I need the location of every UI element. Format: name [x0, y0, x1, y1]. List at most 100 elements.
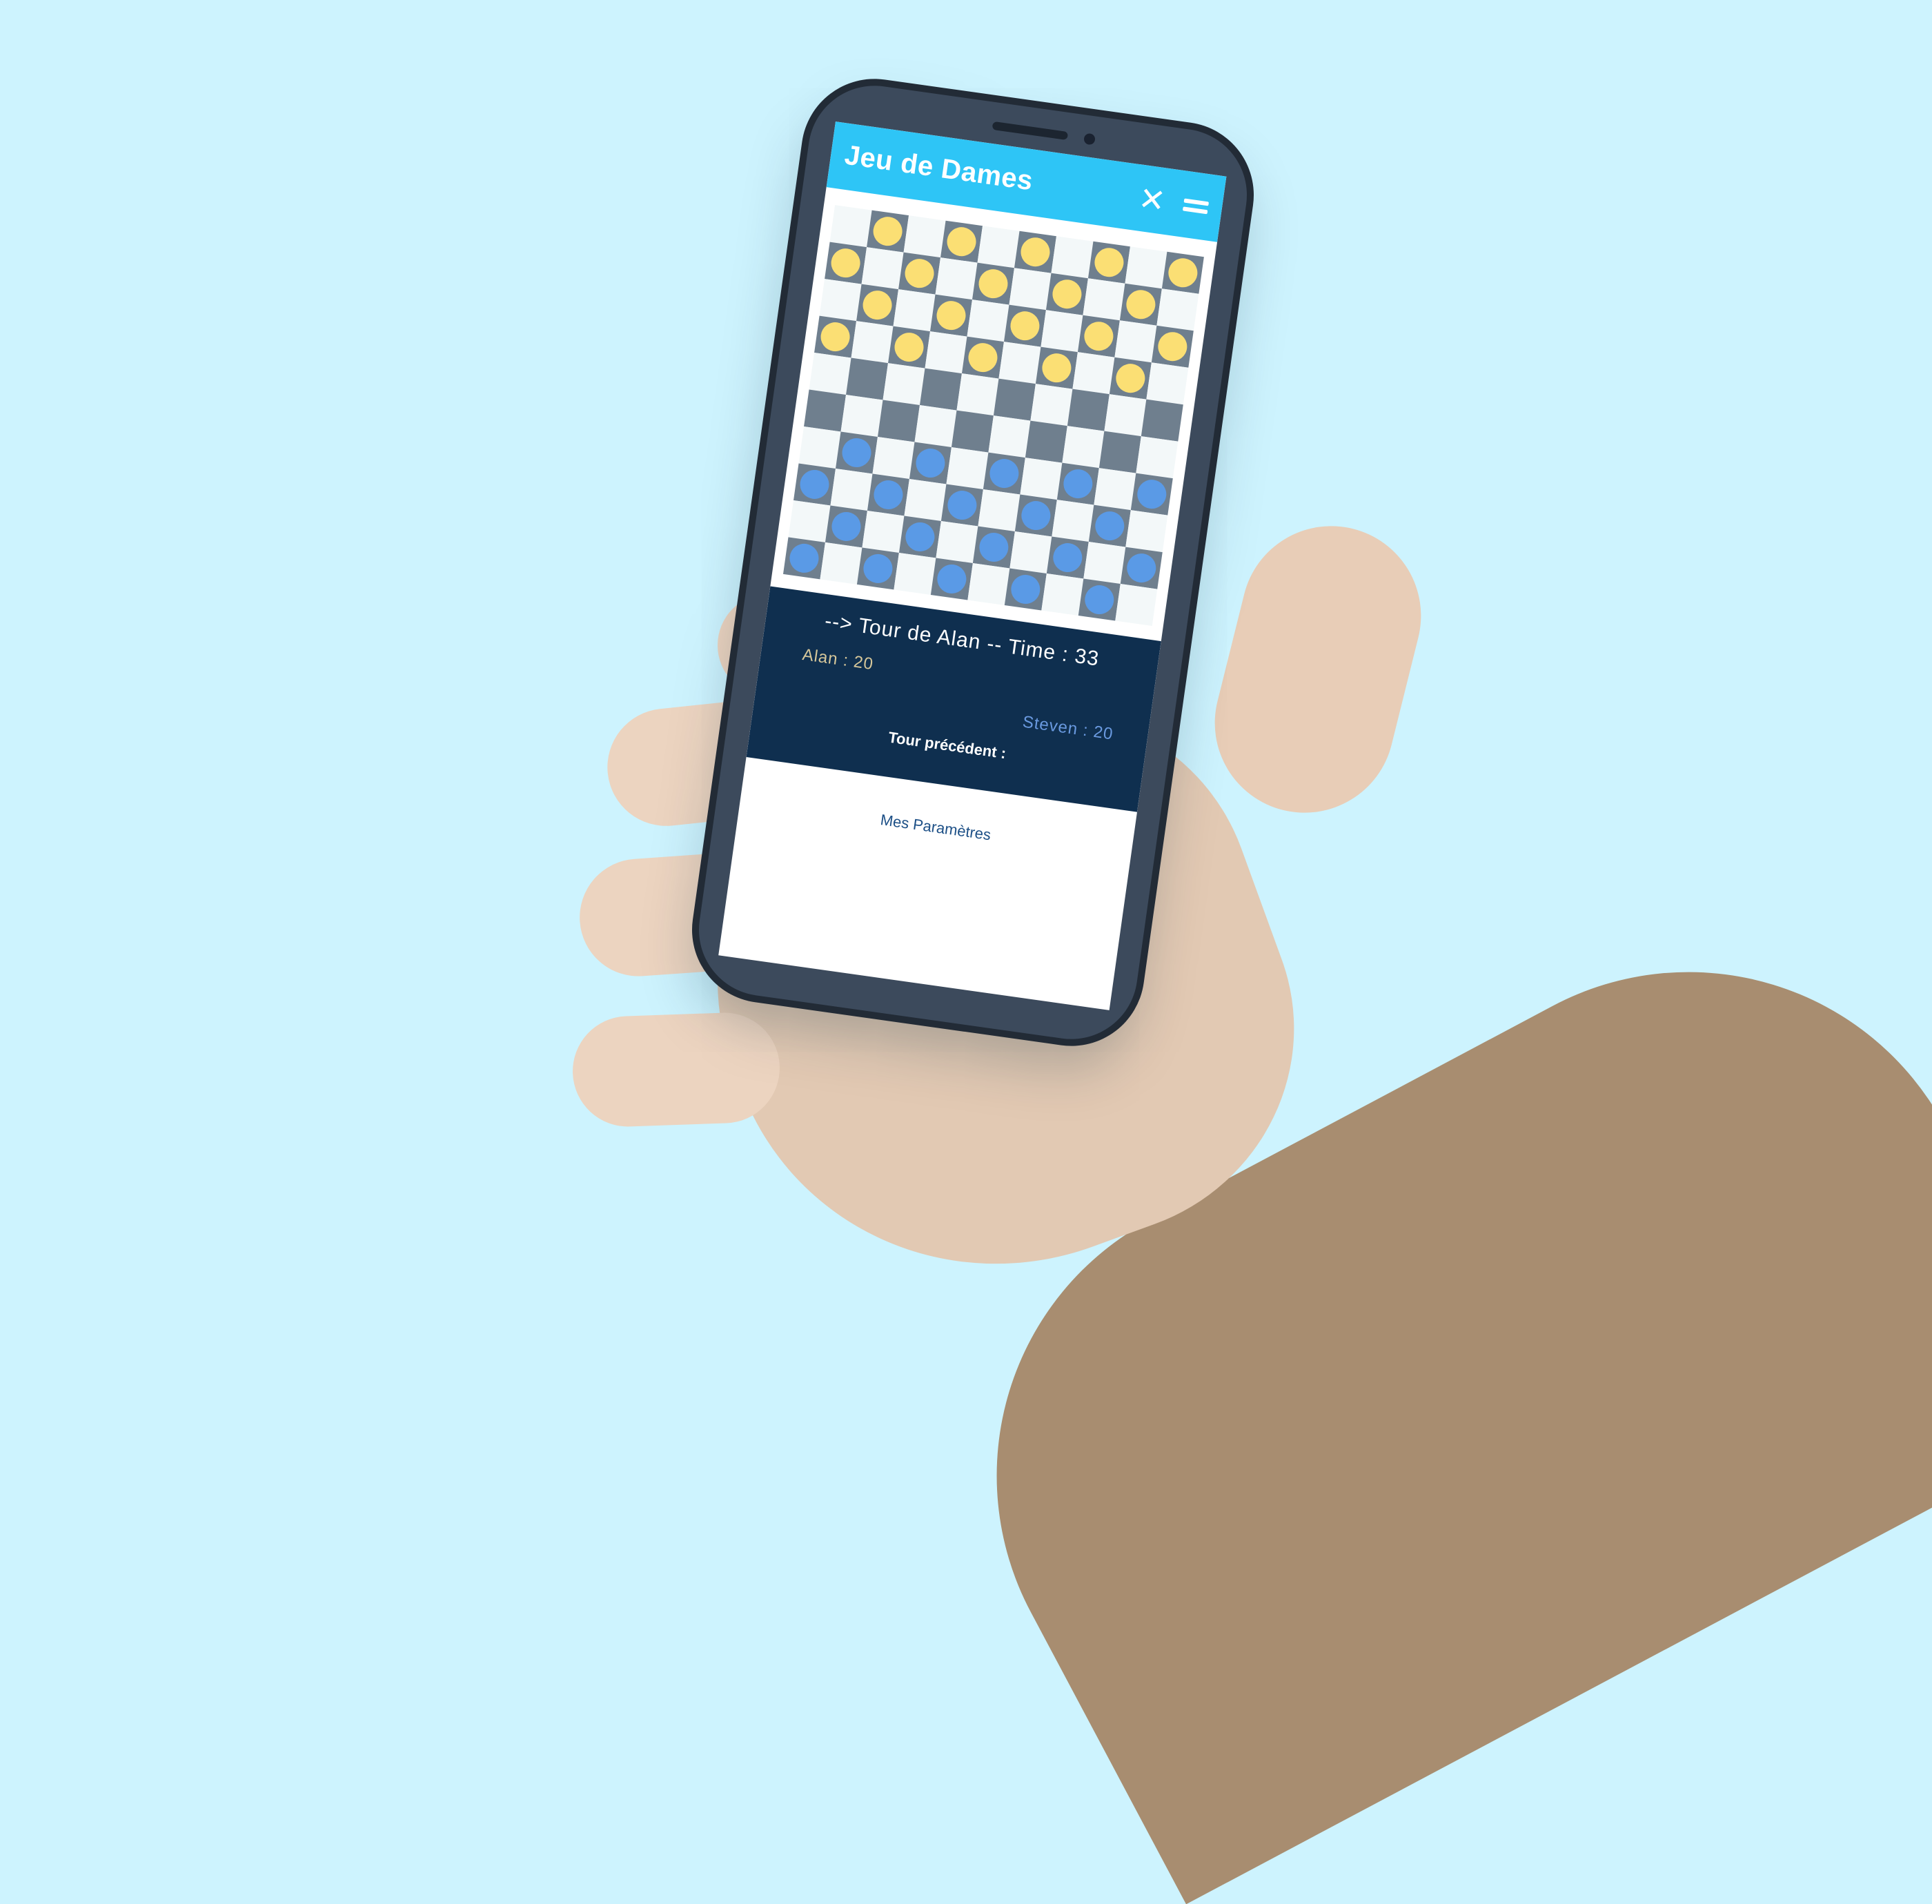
blue-piece[interactable] [1019, 499, 1053, 532]
blue-piece[interactable] [914, 446, 947, 480]
board-square[interactable] [925, 331, 967, 374]
board-square[interactable] [1052, 500, 1094, 542]
board-square[interactable] [872, 437, 915, 480]
board-square[interactable] [946, 447, 989, 490]
board-square[interactable] [903, 215, 946, 258]
board-square[interactable] [1077, 315, 1120, 357]
board-square[interactable] [977, 226, 1020, 268]
yellow-piece[interactable] [1092, 246, 1126, 279]
board-square[interactable] [809, 353, 851, 395]
board-square[interactable] [830, 468, 873, 511]
blue-piece[interactable] [1125, 551, 1158, 585]
blue-piece[interactable] [840, 436, 874, 469]
blue-piece[interactable] [935, 562, 969, 596]
board-square[interactable] [856, 547, 899, 590]
blue-piece[interactable] [903, 520, 937, 553]
board-square[interactable] [782, 537, 825, 580]
board-square[interactable] [936, 521, 978, 563]
board-square[interactable] [820, 542, 862, 585]
board-square[interactable] [788, 500, 831, 542]
board-square[interactable] [972, 526, 1015, 569]
yellow-piece[interactable] [903, 257, 936, 290]
board-square[interactable] [983, 452, 1025, 495]
board-square[interactable] [1136, 436, 1179, 479]
blue-piece[interactable] [1051, 541, 1085, 574]
board-square[interactable] [1020, 458, 1063, 500]
board-square[interactable] [898, 516, 941, 558]
board-square[interactable] [1114, 320, 1157, 363]
board-square[interactable] [819, 279, 862, 322]
blue-piece[interactable] [1135, 478, 1169, 511]
board-square[interactable] [940, 220, 983, 263]
board-square[interactable] [888, 326, 931, 369]
yellow-piece[interactable] [829, 246, 862, 279]
yellow-piece[interactable] [892, 331, 926, 364]
board-square[interactable] [814, 315, 857, 358]
yellow-piece[interactable] [1156, 330, 1190, 363]
board-square[interactable] [993, 378, 1036, 421]
yellow-piece[interactable] [966, 341, 1000, 374]
yellow-piece[interactable] [934, 299, 968, 332]
checkers-board[interactable] [782, 205, 1204, 627]
board-square[interactable] [1062, 426, 1105, 469]
board-square[interactable] [883, 363, 925, 406]
board-square[interactable] [998, 342, 1041, 384]
blue-piece[interactable] [861, 552, 895, 585]
board-square[interactable] [1009, 531, 1052, 574]
blue-piece[interactable] [1083, 583, 1116, 616]
board-square[interactable] [1115, 584, 1158, 627]
board-square[interactable] [840, 395, 883, 438]
board-square[interactable] [856, 284, 899, 326]
board-square[interactable] [1030, 384, 1073, 426]
board-square[interactable] [877, 400, 920, 442]
blue-piece[interactable] [871, 478, 905, 511]
yellow-piece[interactable] [1018, 235, 1052, 268]
board-square[interactable] [846, 357, 889, 400]
board-square[interactable] [867, 473, 909, 516]
yellow-piece[interactable] [1124, 288, 1158, 321]
board-square[interactable] [798, 426, 841, 469]
menu-icon[interactable] [1177, 187, 1214, 224]
yellow-piece[interactable] [818, 320, 852, 353]
board-square[interactable] [1141, 399, 1183, 442]
blue-piece[interactable] [977, 531, 1011, 564]
board-square[interactable] [1104, 394, 1147, 437]
board-square[interactable] [894, 552, 936, 595]
board-square[interactable] [1078, 578, 1121, 621]
board-square[interactable] [825, 505, 867, 548]
board-square[interactable] [1041, 573, 1084, 616]
blue-piece[interactable] [829, 510, 863, 543]
yellow-piece[interactable] [1008, 309, 1042, 342]
blue-piece[interactable] [945, 489, 979, 522]
board-square[interactable] [1035, 346, 1078, 389]
board-square[interactable] [862, 510, 905, 553]
board-square[interactable] [1072, 352, 1115, 395]
board-square[interactable] [1067, 389, 1110, 431]
board-square[interactable] [804, 389, 847, 432]
board-square[interactable] [1056, 462, 1099, 505]
board-square[interactable] [909, 442, 952, 484]
board-square[interactable] [914, 405, 957, 448]
board-square[interactable] [1009, 268, 1052, 311]
board-square[interactable] [1120, 547, 1163, 589]
close-icon[interactable]: ✕ [1134, 180, 1171, 219]
yellow-piece[interactable] [1050, 277, 1084, 311]
board-square[interactable] [1125, 246, 1167, 289]
board-square[interactable] [1083, 278, 1125, 321]
board-square[interactable] [1156, 288, 1199, 331]
blue-piece[interactable] [798, 468, 831, 501]
board-square[interactable] [825, 242, 867, 284]
yellow-piece[interactable] [1040, 351, 1074, 384]
board-square[interactable] [1045, 273, 1088, 315]
yellow-piece[interactable] [945, 225, 978, 258]
board-square[interactable] [988, 415, 1031, 458]
board-square[interactable] [1003, 304, 1046, 347]
board-square[interactable] [1109, 357, 1152, 400]
blue-piece[interactable] [987, 457, 1021, 490]
board-square[interactable] [967, 300, 1009, 342]
board-square[interactable] [1041, 310, 1083, 353]
board-square[interactable] [893, 289, 936, 332]
board-square[interactable] [978, 489, 1021, 532]
board-square[interactable] [1088, 504, 1131, 547]
board-square[interactable] [1087, 241, 1130, 284]
